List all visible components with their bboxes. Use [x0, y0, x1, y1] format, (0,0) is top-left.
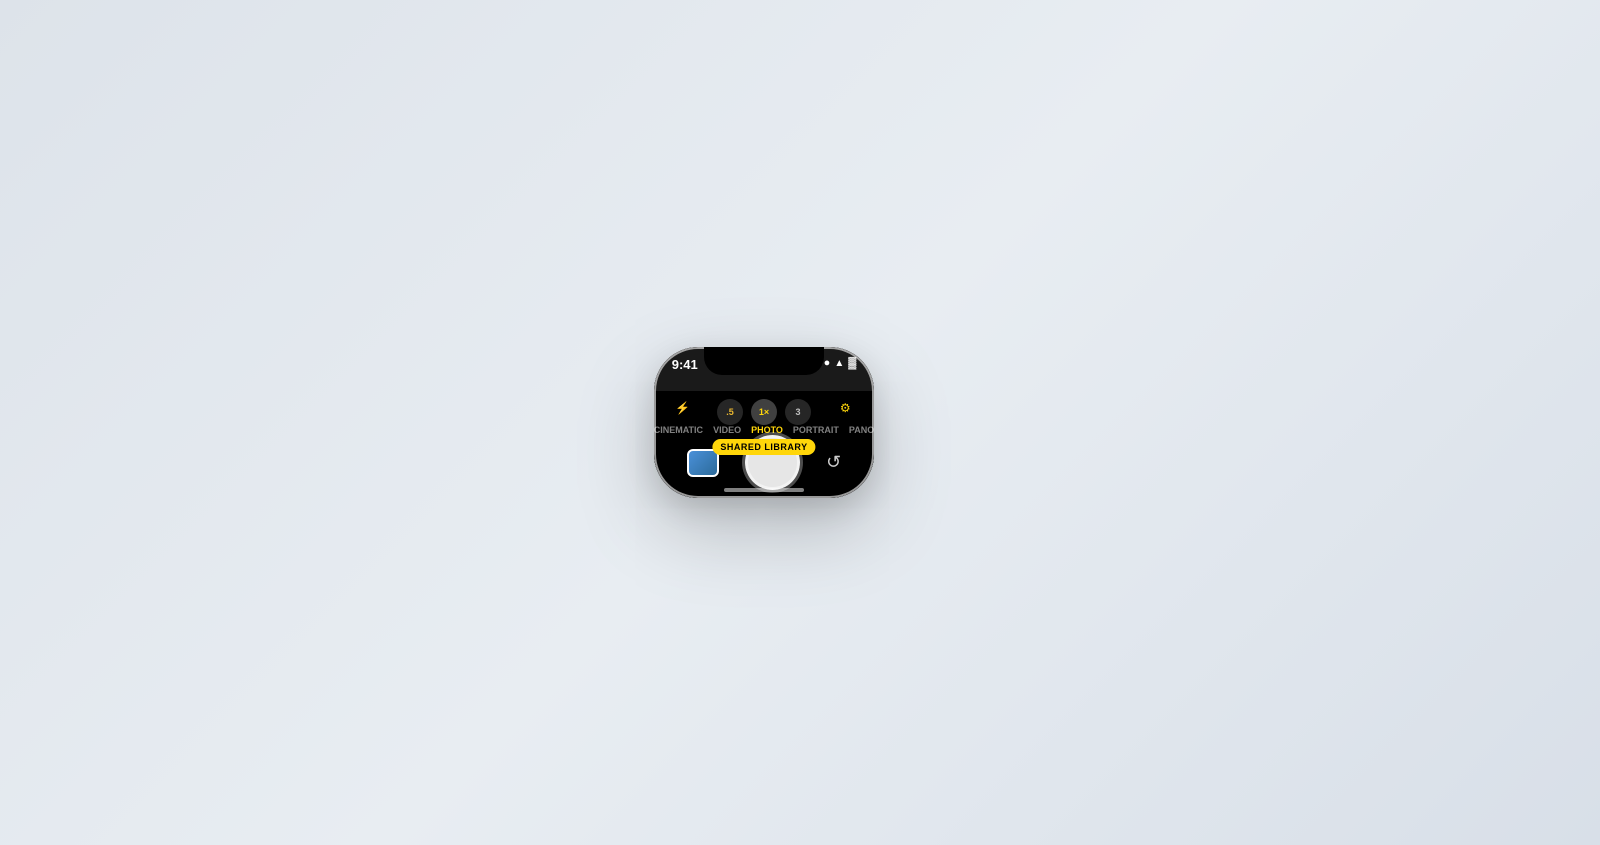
- phone-1-camera: 9:41 ●●● ▲ ▓ ⚡ SHARED LIBRARY ⚙: [654, 347, 875, 498]
- notch-1: [704, 347, 824, 375]
- flash-icon[interactable]: ⚡: [670, 395, 696, 421]
- shared-library-badge[interactable]: SHARED LIBRARY: [712, 439, 815, 455]
- settings-icon[interactable]: ⚙: [832, 395, 858, 421]
- flip-camera-icon[interactable]: ↺: [826, 452, 841, 473]
- battery-icon-1: ▓: [848, 357, 856, 369]
- phones-container: 9:41 ●●● ▲ ▓ ⚡ SHARED LIBRARY ⚙: [654, 347, 947, 498]
- home-indicator-1: [724, 488, 804, 492]
- mode-pano[interactable]: PANO: [849, 425, 874, 435]
- camera-modes: CINEMATIC VIDEO PHOTO PORTRAIT PANO: [654, 425, 875, 435]
- status-time-1: 9:41: [672, 357, 698, 372]
- mode-cinematic[interactable]: CINEMATIC: [654, 425, 703, 435]
- mode-portrait[interactable]: PORTRAIT: [793, 425, 839, 435]
- wifi-icon-1: ▲: [834, 358, 844, 369]
- mode-photo[interactable]: PHOTO: [751, 425, 783, 435]
- mode-video[interactable]: VIDEO: [713, 425, 741, 435]
